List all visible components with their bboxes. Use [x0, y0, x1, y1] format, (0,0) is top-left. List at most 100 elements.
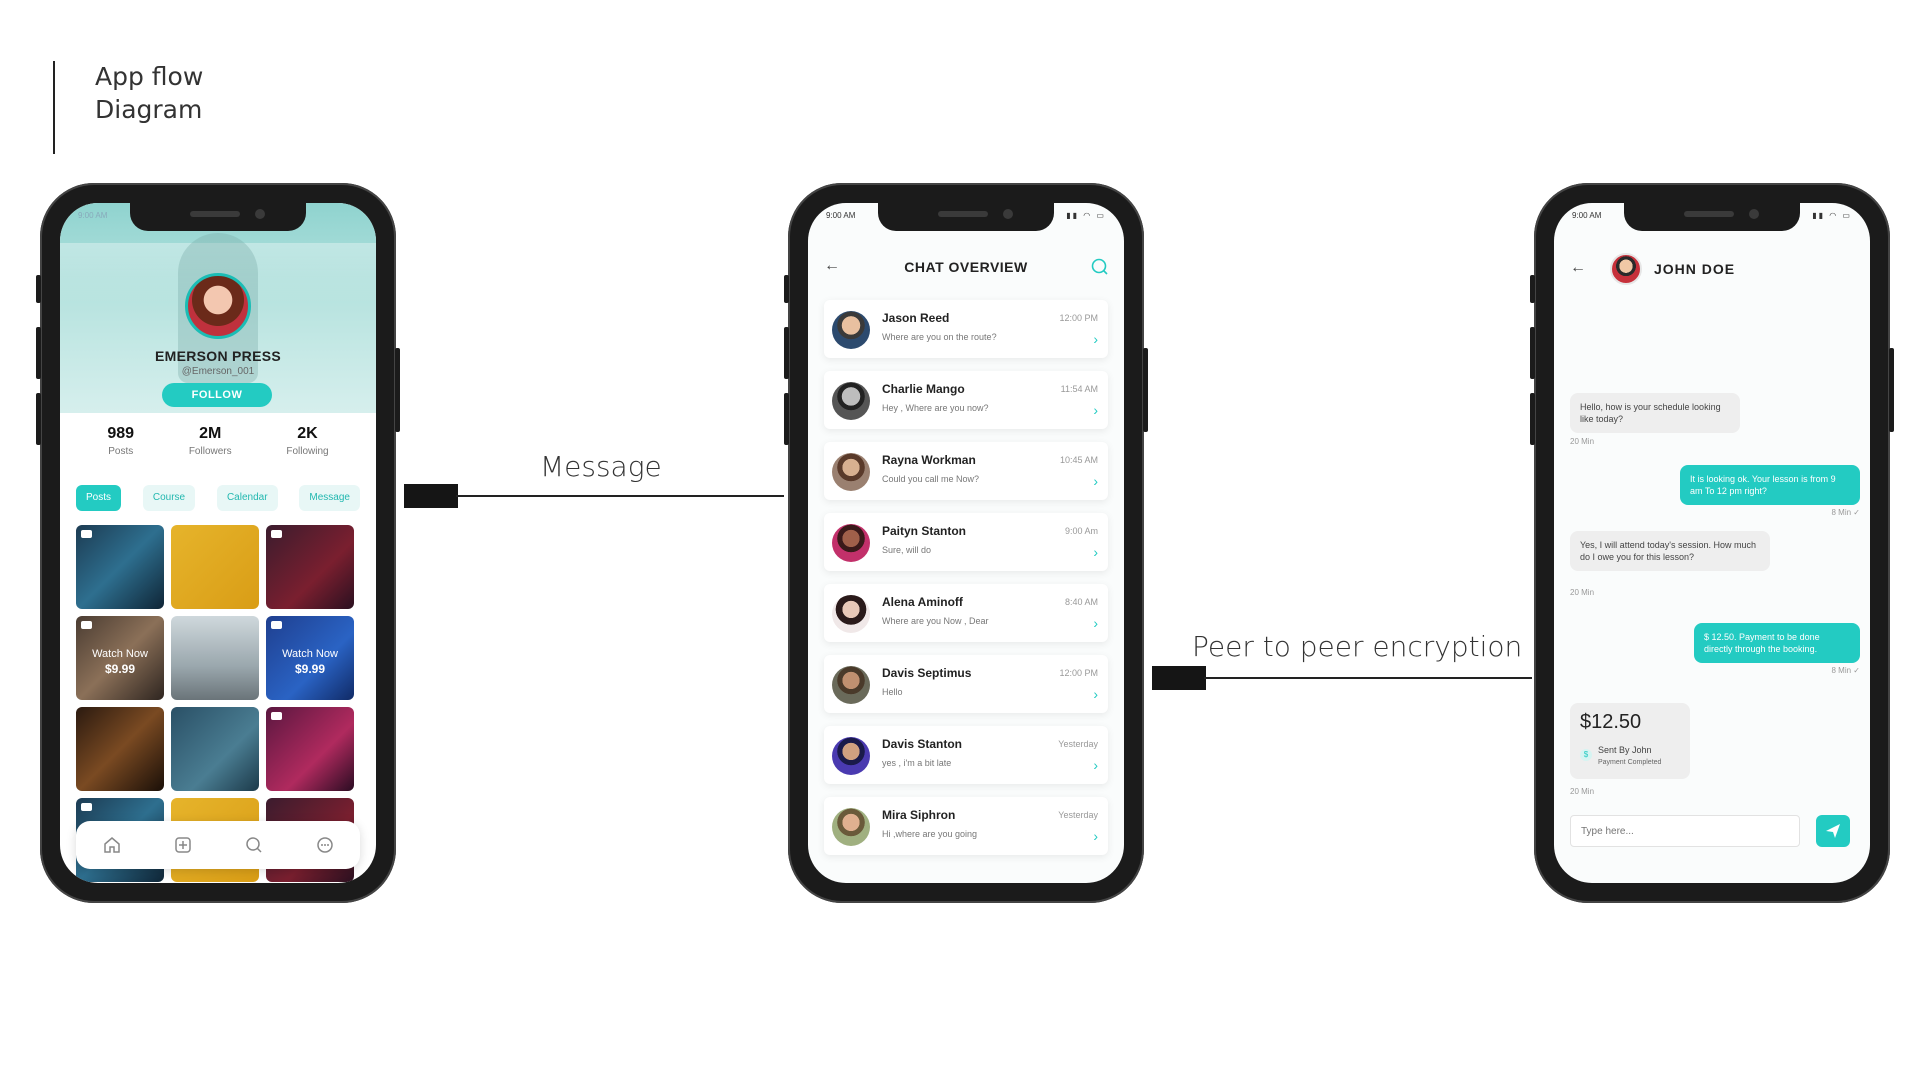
message-timestamp: 20 Min: [1570, 437, 1595, 446]
profile-name: EMERSON PRESS: [154, 348, 282, 364]
chat-name: Jason Reed: [882, 311, 950, 325]
conversation-screen: 9:00 AM ▮▮ ◠ ▭ ← JOHN DOE Hello, how is …: [1554, 203, 1870, 883]
profile-tabs: Posts Course Calendar Message: [76, 485, 360, 511]
chat-item[interactable]: Charlie Mango Hey , Where are you now? 1…: [824, 371, 1108, 429]
status-time: 9:00 AM: [78, 211, 108, 220]
avatar: [832, 524, 870, 562]
payment-sender: Sent By John: [1598, 745, 1652, 755]
connector-block-message: [404, 484, 458, 508]
heading-divider: [53, 61, 55, 154]
watch-price: $9.99: [294, 662, 326, 676]
chat-name: Davis Stanton: [882, 737, 963, 751]
chat-item[interactable]: Jason Reed Where are you on the route? 1…: [824, 300, 1108, 358]
watch-now-label: Watch Now: [282, 648, 338, 660]
volume-up-button: [784, 327, 789, 379]
avatar[interactable]: [1610, 253, 1642, 285]
chat-name: Alena Aminoff: [882, 595, 963, 609]
video-icon: [81, 803, 92, 811]
home-icon[interactable]: [102, 835, 122, 855]
chat-time: 9:00 Am: [1064, 526, 1098, 536]
connector-block-encryption: [1152, 666, 1206, 690]
stat-value: 989: [107, 425, 135, 442]
phone-chat-overview: 9:00 AM ▮▮ ◠ ▭ ← CHAT OVERVIEW Jason Ree…: [784, 183, 1148, 903]
avatar: [832, 737, 870, 775]
chat-item[interactable]: Paityn Stanton Sure, will do 9:00 Am ›: [824, 513, 1108, 571]
status-time: 9:00 AM: [1572, 211, 1602, 220]
chat-icon[interactable]: [315, 835, 335, 855]
chevron-right-icon: ›: [1093, 828, 1098, 844]
post-tile[interactable]: [171, 616, 259, 700]
profile-screen: 9:00 AM EMERSON PRESS @Emerson_001 FOLLO…: [60, 203, 376, 883]
message-bubble-outgoing: $ 12.50. Payment to be done directly thr…: [1694, 623, 1860, 663]
title-line-2: Diagram: [95, 95, 203, 124]
payment-amount: $12.50: [1580, 711, 1642, 733]
chat-item[interactable]: Davis Septimus Hello 12:00 PM ›: [824, 655, 1108, 713]
avatar: [832, 666, 870, 704]
chat-item[interactable]: Davis Stanton yes , i'm a bit late Yeste…: [824, 726, 1108, 784]
video-icon: [81, 530, 92, 538]
chevron-right-icon: ›: [1093, 473, 1098, 489]
chat-preview: Could you call me Now?: [882, 474, 980, 484]
profile-avatar[interactable]: [185, 273, 251, 339]
connector-label-encryption: Peer to peer encryption: [1192, 630, 1523, 663]
tab-calendar[interactable]: Calendar: [216, 485, 278, 511]
video-icon: [271, 712, 282, 720]
search-icon[interactable]: [1090, 257, 1110, 277]
chevron-right-icon: ›: [1093, 402, 1098, 418]
connector-label-message: Message: [540, 450, 662, 483]
post-tile[interactable]: Watch Now $9.99: [266, 616, 354, 700]
watch-price: $9.99: [104, 662, 136, 676]
phone-profile: 9:00 AM EMERSON PRESS @Emerson_001 FOLLO…: [36, 183, 400, 903]
volume-down-button: [784, 393, 789, 445]
phone-notch: [130, 203, 306, 231]
post-tile[interactable]: [76, 707, 164, 791]
chat-time: 8:40 AM: [1064, 597, 1098, 607]
power-button: [395, 348, 400, 432]
bottom-nav: [76, 821, 360, 869]
chat-preview: Sure, will do: [882, 545, 932, 555]
watch-now-label: Watch Now: [92, 648, 148, 660]
stat-posts[interactable]: 989 Posts: [107, 425, 134, 465]
video-icon: [81, 621, 92, 629]
chevron-right-icon: ›: [1093, 757, 1098, 773]
add-icon[interactable]: [173, 835, 193, 855]
stat-value: 2K: [297, 425, 318, 442]
status-icons: ▮▮ ◠ ▭: [1812, 211, 1852, 220]
chat-item[interactable]: Mira Siphron Hi ,where are you going Yes…: [824, 797, 1108, 855]
stat-followers[interactable]: 2M Followers: [189, 425, 232, 465]
tab-message[interactable]: Message: [299, 485, 360, 511]
chevron-right-icon: ›: [1093, 544, 1098, 560]
payment-card[interactable]: $12.50 $ Sent By John Payment Completed: [1570, 703, 1690, 779]
mute-switch: [1530, 275, 1535, 303]
phone-notch: [1624, 203, 1800, 231]
stat-value: 2M: [199, 425, 222, 442]
post-tile[interactable]: [266, 707, 354, 791]
send-button[interactable]: [1816, 815, 1850, 847]
post-tile[interactable]: [266, 525, 354, 609]
message-bubble-outgoing: It is looking ok. Your lesson is from 9 …: [1680, 465, 1860, 505]
search-icon[interactable]: [244, 835, 264, 855]
chat-preview: yes , i'm a bit late: [882, 758, 952, 768]
chat-name: Davis Septimus: [882, 666, 972, 680]
stat-label: Followers: [188, 446, 232, 457]
stat-following[interactable]: 2K Following: [286, 425, 328, 465]
chat-time: 10:45 AM: [1059, 455, 1098, 465]
power-button: [1889, 348, 1894, 432]
post-tile[interactable]: [171, 707, 259, 791]
chat-item[interactable]: Alena Aminoff Where are you Now , Dear 8…: [824, 584, 1108, 642]
post-tile[interactable]: Watch Now $9.99: [76, 616, 164, 700]
message-input[interactable]: [1570, 815, 1800, 847]
chat-overview-screen: 9:00 AM ▮▮ ◠ ▭ ← CHAT OVERVIEW Jason Ree…: [808, 203, 1124, 883]
chat-overview-header: ← CHAT OVERVIEW: [808, 253, 1124, 283]
stat-label: Following: [286, 446, 329, 457]
follow-button[interactable]: FOLLOW: [162, 383, 272, 407]
chat-item[interactable]: Rayna Workman Could you call me Now? 10:…: [824, 442, 1108, 500]
post-tile[interactable]: [171, 525, 259, 609]
chat-name: Charlie Mango: [882, 382, 965, 396]
tab-course[interactable]: Course: [142, 485, 196, 511]
status-time: 9:00 AM: [826, 211, 856, 220]
tab-posts[interactable]: Posts: [76, 485, 122, 511]
back-arrow-icon[interactable]: ←: [1570, 259, 1590, 279]
post-tile[interactable]: [76, 525, 164, 609]
message-timestamp: 20 Min: [1570, 787, 1595, 796]
